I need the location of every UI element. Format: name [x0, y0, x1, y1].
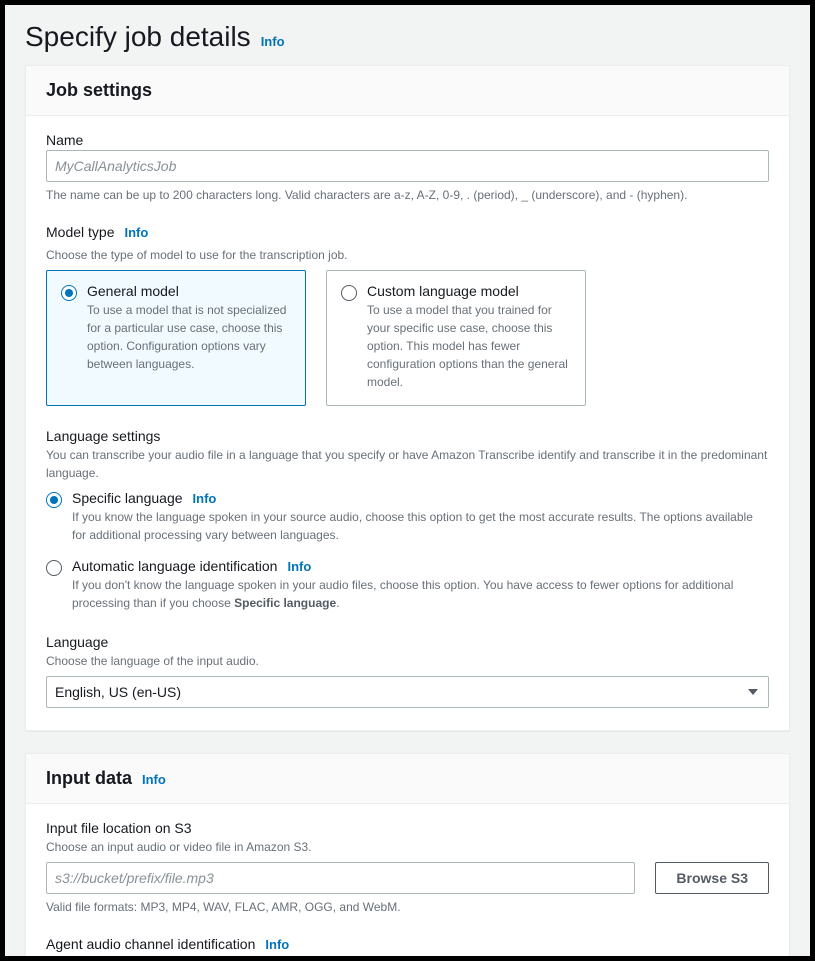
model-type-hint: Choose the type of model to use for the … [46, 246, 769, 264]
name-label: Name [46, 132, 769, 148]
radio-label: Specific language [72, 490, 183, 506]
page-info-link[interactable]: Info [261, 34, 285, 49]
model-type-custom-tile[interactable]: Custom language model To use a model tha… [326, 270, 586, 406]
language-settings-label: Language settings [46, 428, 769, 444]
agent-channel-info-link[interactable]: Info [265, 937, 289, 952]
name-input[interactable] [46, 150, 769, 182]
s3-path-input[interactable] [46, 862, 635, 894]
radio-icon [61, 285, 77, 301]
select-value: English, US (en-US) [55, 684, 181, 700]
input-data-panel: Input data Info Input file location on S… [25, 753, 790, 956]
page-title: Specify job details [25, 21, 251, 53]
radio-label: Automatic language identification [72, 558, 277, 574]
radio-icon [341, 285, 357, 301]
language-settings-auto-option[interactable]: Automatic language identification Info I… [46, 558, 769, 612]
language-settings-specific-option[interactable]: Specific language Info If you know the l… [46, 490, 769, 544]
tile-desc: To use a model that you trained for your… [367, 301, 571, 391]
tile-title: Custom language model [367, 283, 571, 299]
input-data-title: Input data [46, 768, 132, 789]
s3-formats-hint: Valid file formats: MP3, MP4, WAV, FLAC,… [46, 900, 769, 914]
s3-label: Input file location on S3 [46, 820, 769, 836]
name-hint: The name can be up to 200 characters lon… [46, 188, 769, 202]
specific-language-info-link[interactable]: Info [193, 491, 217, 506]
radio-icon [46, 560, 62, 576]
caret-down-icon [748, 689, 758, 695]
job-settings-panel: Job settings Name The name can be up to … [25, 65, 790, 731]
model-type-label: Model type [46, 224, 114, 240]
language-hint: Choose the language of the input audio. [46, 652, 769, 670]
radio-desc: If you don't know the language spoken in… [72, 576, 769, 612]
s3-hint: Choose an input audio or video file in A… [46, 838, 769, 856]
tile-title: General model [87, 283, 291, 299]
language-select[interactable]: English, US (en-US) [46, 676, 769, 708]
language-settings-hint: You can transcribe your audio file in a … [46, 446, 769, 482]
language-label: Language [46, 634, 769, 650]
input-data-info-link[interactable]: Info [142, 772, 166, 787]
radio-desc: If you know the language spoken in your … [72, 508, 769, 544]
auto-language-info-link[interactable]: Info [287, 559, 311, 574]
job-settings-title: Job settings [46, 80, 152, 101]
model-type-info-link[interactable]: Info [124, 225, 148, 240]
tile-desc: To use a model that is not specialized f… [87, 301, 291, 373]
radio-icon [46, 492, 62, 508]
model-type-general-tile[interactable]: General model To use a model that is not… [46, 270, 306, 406]
browse-s3-button[interactable]: Browse S3 [655, 862, 769, 894]
agent-channel-label: Agent audio channel identification [46, 936, 255, 952]
